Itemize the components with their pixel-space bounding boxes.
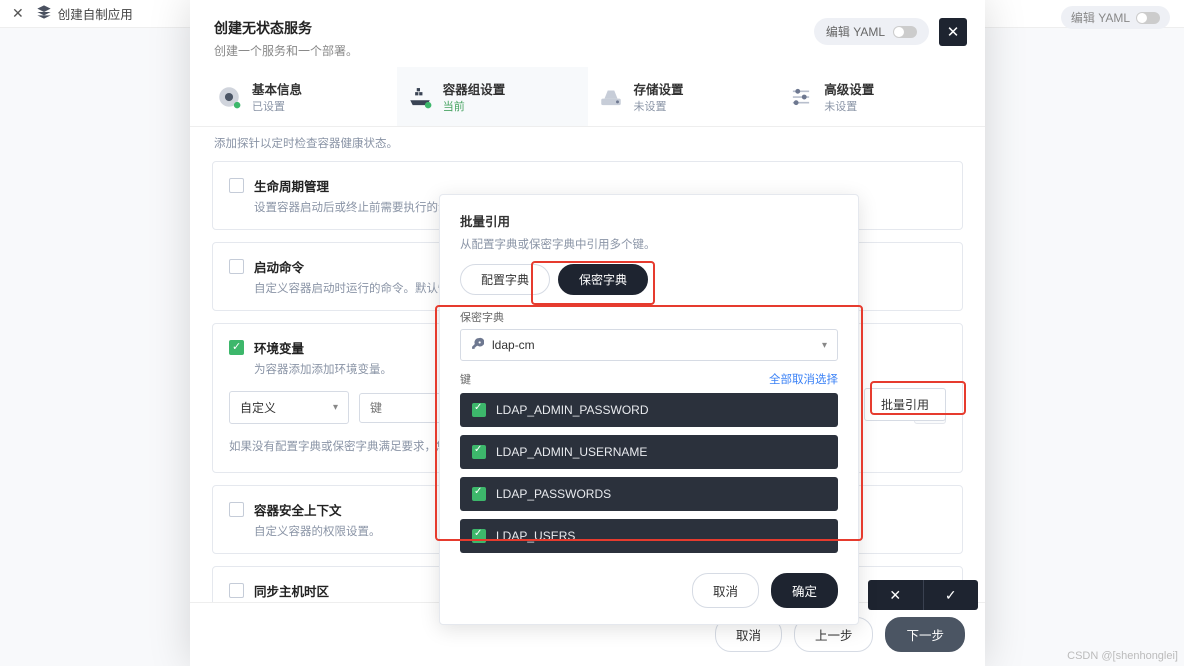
check-icon bbox=[472, 403, 486, 417]
sub-cancel-button[interactable]: 取消 bbox=[692, 573, 759, 608]
app-name: 创建自制应用 bbox=[58, 4, 133, 23]
key-item[interactable]: LDAP_USERS bbox=[460, 519, 838, 553]
key-item[interactable]: LDAP_ADMIN_USERNAME bbox=[460, 435, 838, 469]
sub-ok-button[interactable]: 确定 bbox=[771, 573, 838, 608]
check-icon bbox=[472, 529, 486, 543]
action-bar: ✕ ✓ bbox=[868, 580, 978, 610]
secret-field-label: 保密字典 bbox=[440, 305, 858, 329]
seg-configmap[interactable]: 配置字典 bbox=[460, 264, 550, 295]
action-confirm[interactable]: ✓ bbox=[924, 580, 979, 610]
check-icon bbox=[472, 487, 486, 501]
outer-close-icon[interactable]: ✕ bbox=[12, 5, 24, 22]
sub-dialog-title: 批量引用 bbox=[440, 211, 858, 230]
envvar-checkbox[interactable] bbox=[229, 340, 244, 355]
sliders-icon bbox=[788, 84, 814, 110]
switch-icon bbox=[893, 26, 917, 38]
step-advanced[interactable]: 高级设置未设置 bbox=[778, 67, 969, 126]
ship-icon bbox=[407, 84, 433, 110]
layers-icon bbox=[36, 4, 52, 23]
check-icon bbox=[472, 445, 486, 459]
chevron-down-icon: ▾ bbox=[822, 340, 827, 351]
top-yaml-toggle[interactable]: 编辑 YAML bbox=[1061, 6, 1170, 29]
step-storage[interactable]: 存储设置未设置 bbox=[588, 67, 779, 126]
record-icon bbox=[216, 84, 242, 110]
tz-checkbox[interactable] bbox=[229, 583, 244, 598]
probe-hint: 添加探针以定时检查容器健康状态。 bbox=[212, 131, 963, 161]
step-basic-info[interactable]: 基本信息已设置 bbox=[206, 67, 397, 126]
bulk-reference-button[interactable]: 批量引用 bbox=[864, 388, 946, 421]
watermark: CSDN @[shenhonglei] bbox=[1067, 650, 1178, 662]
deselect-all-link[interactable]: 全部取消选择 bbox=[769, 371, 838, 387]
key-item[interactable]: LDAP_ADMIN_PASSWORD bbox=[460, 393, 838, 427]
action-cancel[interactable]: ✕ bbox=[868, 580, 923, 610]
sub-dialog-desc: 从配置字典或保密字典中引用多个键。 bbox=[440, 230, 858, 264]
chevron-down-icon: ▾ bbox=[333, 402, 338, 413]
yaml-edit-toggle[interactable]: 编辑 YAML bbox=[814, 18, 929, 45]
keys-label: 键 bbox=[460, 371, 471, 387]
seg-secret[interactable]: 保密字典 bbox=[558, 264, 648, 295]
startcmd-checkbox[interactable] bbox=[229, 259, 244, 274]
key-item[interactable]: LDAP_PASSWORDS bbox=[460, 477, 838, 511]
key-icon bbox=[471, 337, 484, 353]
security-checkbox[interactable] bbox=[229, 502, 244, 517]
switch-icon bbox=[1136, 12, 1160, 24]
dialog-close-button[interactable]: ✕ bbox=[939, 18, 967, 46]
disk-icon bbox=[598, 84, 624, 110]
next-step-button[interactable]: 下一步 bbox=[885, 617, 965, 652]
secret-select[interactable]: ldap-cm ▾ bbox=[460, 329, 838, 361]
bulk-reference-dialog: 批量引用 从配置字典或保密字典中引用多个键。 配置字典 保密字典 保密字典 ld… bbox=[439, 194, 859, 625]
env-type-select[interactable]: 自定义 ▾ bbox=[229, 391, 349, 424]
lifecycle-checkbox[interactable] bbox=[229, 178, 244, 193]
step-pod-settings[interactable]: 容器组设置当前 bbox=[397, 67, 588, 126]
